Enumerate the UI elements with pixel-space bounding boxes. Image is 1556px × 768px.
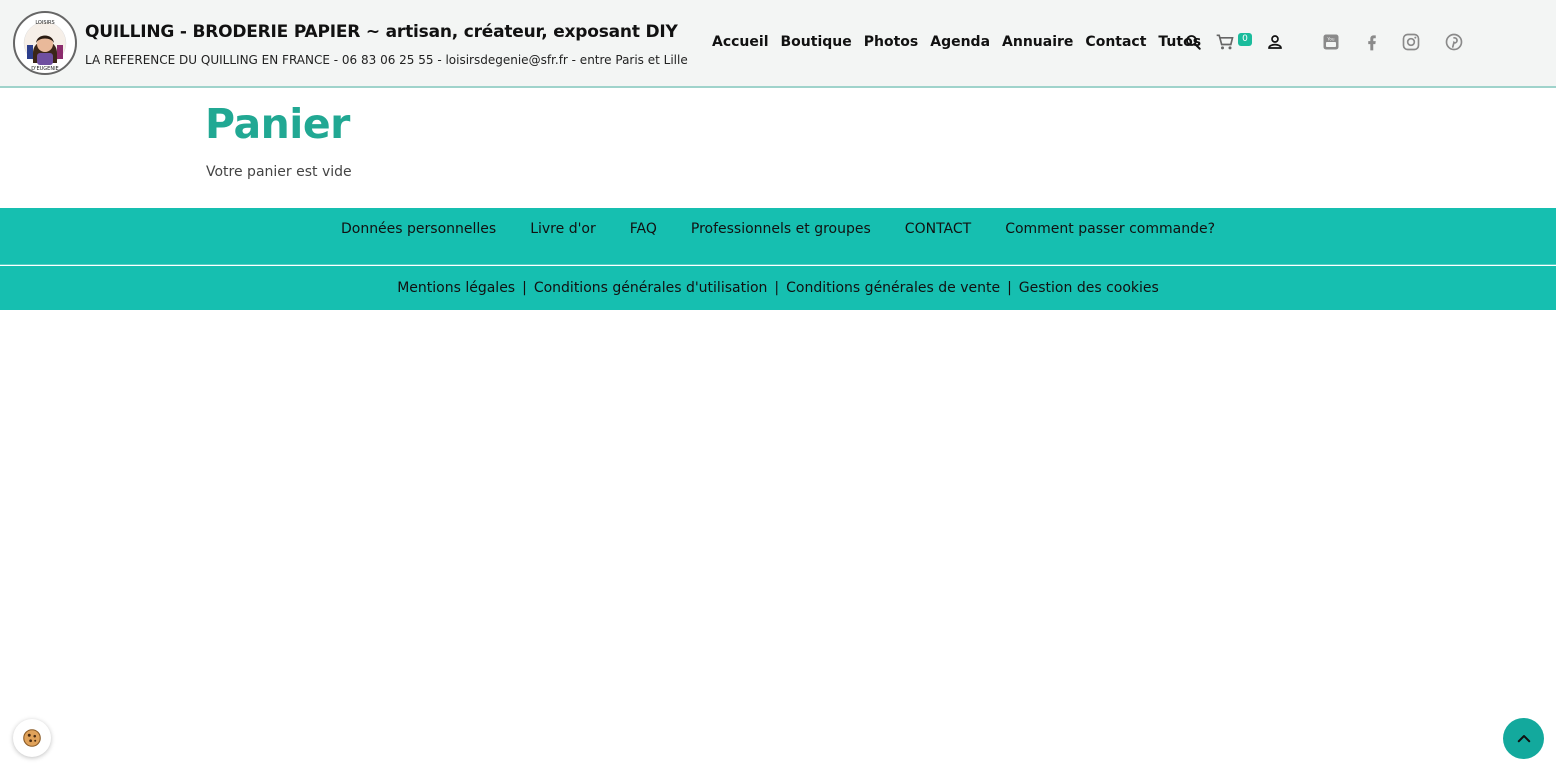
page-title: Panier <box>205 100 350 148</box>
footer-nav: Données personnelles Livre d'or FAQ Prof… <box>0 220 1556 238</box>
instagram-icon[interactable] <box>1399 30 1423 54</box>
user-icon[interactable] <box>1263 30 1287 54</box>
legal-nav: Mentions légales | Conditions générales … <box>0 279 1556 297</box>
footer-link-donnees-personnelles[interactable]: Données personnelles <box>324 220 513 238</box>
chevron-up-icon <box>1517 734 1530 742</box>
youtube-icon[interactable]: You <box>1319 30 1343 54</box>
site-subtitle: LA REFERENCE DU QUILLING EN FRANCE - 06 … <box>85 53 688 67</box>
footer-link-professionnels[interactable]: Professionnels et groupes <box>674 220 888 238</box>
svg-text:LOISIRS: LOISIRS <box>35 20 54 26</box>
cart-count-badge: 0 <box>1238 33 1252 46</box>
cookie-settings-button[interactable] <box>13 719 51 757</box>
cart-icon[interactable] <box>1213 30 1237 54</box>
site-title[interactable]: QUILLING - BRODERIE PAPIER ~ artisan, cr… <box>85 22 678 42</box>
nav-boutique[interactable]: Boutique <box>775 32 858 52</box>
svg-text:D'EUGENIE: D'EUGENIE <box>31 66 58 72</box>
footer-link-faq[interactable]: FAQ <box>613 220 674 238</box>
svg-text:You: You <box>1326 36 1335 41</box>
legal-link-mentions[interactable]: Mentions légales <box>397 279 515 297</box>
site-logo[interactable]: LOISIRS D'EUGENIE <box>13 11 77 75</box>
legal-link-cgu[interactable]: Conditions générales d'utilisation <box>534 279 768 297</box>
nav-accueil[interactable]: Accueil <box>706 32 775 52</box>
legal-separator: | <box>774 280 780 296</box>
cookie-icon <box>23 729 41 747</box>
empty-cart-message: Votre panier est vide <box>206 164 352 180</box>
legal-separator: | <box>522 280 527 296</box>
scroll-to-top-button[interactable] <box>1503 718 1544 759</box>
search-icon[interactable] <box>1181 30 1205 54</box>
nav-contact[interactable]: Contact <box>1079 32 1152 52</box>
nav-photos[interactable]: Photos <box>858 32 925 52</box>
main-nav: Accueil Boutique Photos Agenda Annuaire … <box>706 32 1207 52</box>
footer-link-livre-dor[interactable]: Livre d'or <box>513 220 613 238</box>
pinterest-icon[interactable] <box>1442 30 1466 54</box>
legal-separator: | <box>1007 280 1012 296</box>
legal-link-cgv[interactable]: Conditions générales de vente <box>786 279 1000 297</box>
nav-annuaire[interactable]: Annuaire <box>996 32 1079 52</box>
nav-agenda[interactable]: Agenda <box>924 32 996 52</box>
legal-link-cookies[interactable]: Gestion des cookies <box>1019 279 1159 297</box>
site-header: LOISIRS D'EUGENIE QUILLING - BRODERIE PA… <box>0 0 1556 88</box>
logo-graphic: LOISIRS D'EUGENIE <box>16 14 74 72</box>
facebook-icon[interactable] <box>1360 30 1384 54</box>
footer-link-contact[interactable]: CONTACT <box>888 220 988 238</box>
footer-link-commande[interactable]: Comment passer commande? <box>988 220 1232 238</box>
